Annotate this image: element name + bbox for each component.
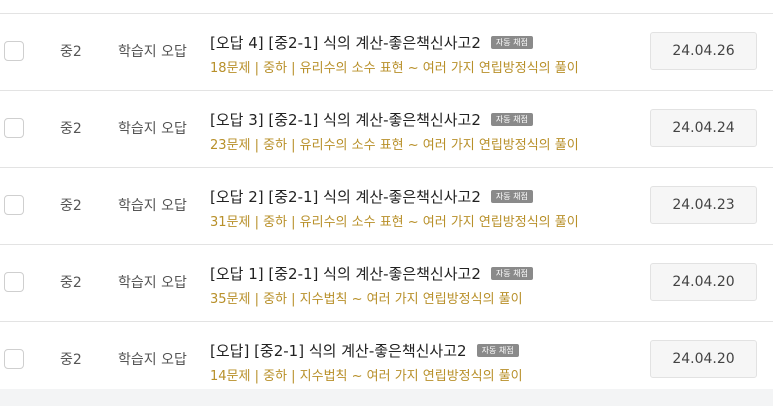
title-line: [오답 4] [중2-1] 식의 계산-좋은책신사고2 자동 채점 [210, 32, 533, 53]
worksheet-title-link[interactable]: [오답] [중2-1] 식의 계산-좋은책신사고2 [210, 340, 467, 361]
auto-grading-badge: 자동 채점 [490, 36, 533, 49]
worksheet-type-label: 학습지 오답 [118, 121, 187, 137]
grade-label: 중2 [60, 275, 82, 291]
worksheet-meta: 23문제 | 중하 | 유리수의 소수 표현 ~ 여러 가지 연립방정식의 풀이 [210, 138, 579, 153]
worksheet-type-label: 학습지 오답 [118, 198, 187, 214]
date-badge: 24.04.26 [650, 32, 757, 70]
worksheet-title-link[interactable]: [오답 3] [중2-1] 식의 계산-좋은책신사고2 [210, 109, 481, 130]
list-item[interactable]: 중2 학습지 오답 [오답 4] [중2-1] 식의 계산-좋은책신사고2 자동… [0, 14, 773, 91]
auto-grading-badge: 자동 채점 [490, 113, 533, 126]
grade-label: 중2 [60, 44, 82, 60]
date-badge: 24.04.24 [650, 109, 757, 147]
title-line: [오답] [중2-1] 식의 계산-좋은책신사고2 자동 채점 [210, 340, 519, 361]
grade-label: 중2 [60, 121, 82, 137]
list-item[interactable]: 중2 학습지 오답 [오답 1] [중2-1] 식의 계산-좋은책신사고2 자동… [0, 245, 773, 322]
grade-label: 중2 [60, 198, 82, 214]
worksheet-meta: 14문제 | 중하 | 지수법칙 ~ 여러 가지 연립방정식의 풀이 [210, 369, 523, 384]
list-item[interactable]: 중2 학습지 오답 [오답 3] [중2-1] 식의 계산-좋은책신사고2 자동… [0, 91, 773, 168]
select-checkbox[interactable] [4, 349, 24, 369]
date-badge: 24.04.20 [650, 263, 757, 301]
worksheet-title-link[interactable]: [오답 2] [중2-1] 식의 계산-좋은책신사고2 [210, 186, 481, 207]
worksheet-type-label: 학습지 오답 [118, 352, 187, 368]
worksheet-meta: 31문제 | 중하 | 유리수의 소수 표현 ~ 여러 가지 연립방정식의 풀이 [210, 215, 579, 230]
title-line: [오답 3] [중2-1] 식의 계산-좋은책신사고2 자동 채점 [210, 109, 533, 130]
worksheet-list-page: 중2 학습지 오답 [오답 4] [중2-1] 식의 계산-좋은책신사고2 자동… [0, 0, 773, 406]
select-checkbox[interactable] [4, 272, 24, 292]
select-checkbox[interactable] [4, 41, 24, 61]
list-footer-band [0, 389, 773, 406]
list-item[interactable]: 중2 학습지 오답 [오답] [중2-1] 식의 계산-좋은책신사고2 자동 채… [0, 322, 773, 389]
worksheet-meta: 35문제 | 중하 | 지수법칙 ~ 여러 가지 연립방정식의 풀이 [210, 292, 523, 307]
list-item[interactable]: 중2 학습지 오답 [오답 2] [중2-1] 식의 계산-좋은책신사고2 자동… [0, 168, 773, 245]
worksheet-meta: 18문제 | 중하 | 유리수의 소수 표현 ~ 여러 가지 연립방정식의 풀이 [210, 61, 579, 76]
worksheet-title-link[interactable]: [오답 1] [중2-1] 식의 계산-좋은책신사고2 [210, 263, 481, 284]
title-line: [오답 2] [중2-1] 식의 계산-좋은책신사고2 자동 채점 [210, 186, 533, 207]
worksheet-title-link[interactable]: [오답 4] [중2-1] 식의 계산-좋은책신사고2 [210, 32, 481, 53]
date-badge: 24.04.23 [650, 186, 757, 224]
worksheet-type-label: 학습지 오답 [118, 275, 187, 291]
auto-grading-badge: 자동 채점 [490, 267, 533, 280]
select-checkbox[interactable] [4, 118, 24, 138]
grade-label: 중2 [60, 352, 82, 368]
title-line: [오답 1] [중2-1] 식의 계산-좋은책신사고2 자동 채점 [210, 263, 533, 284]
worksheet-type-label: 학습지 오답 [118, 44, 187, 60]
select-checkbox[interactable] [4, 195, 24, 215]
date-badge: 24.04.20 [650, 340, 757, 378]
auto-grading-badge: 자동 채점 [490, 190, 533, 203]
auto-grading-badge: 자동 채점 [476, 344, 519, 357]
